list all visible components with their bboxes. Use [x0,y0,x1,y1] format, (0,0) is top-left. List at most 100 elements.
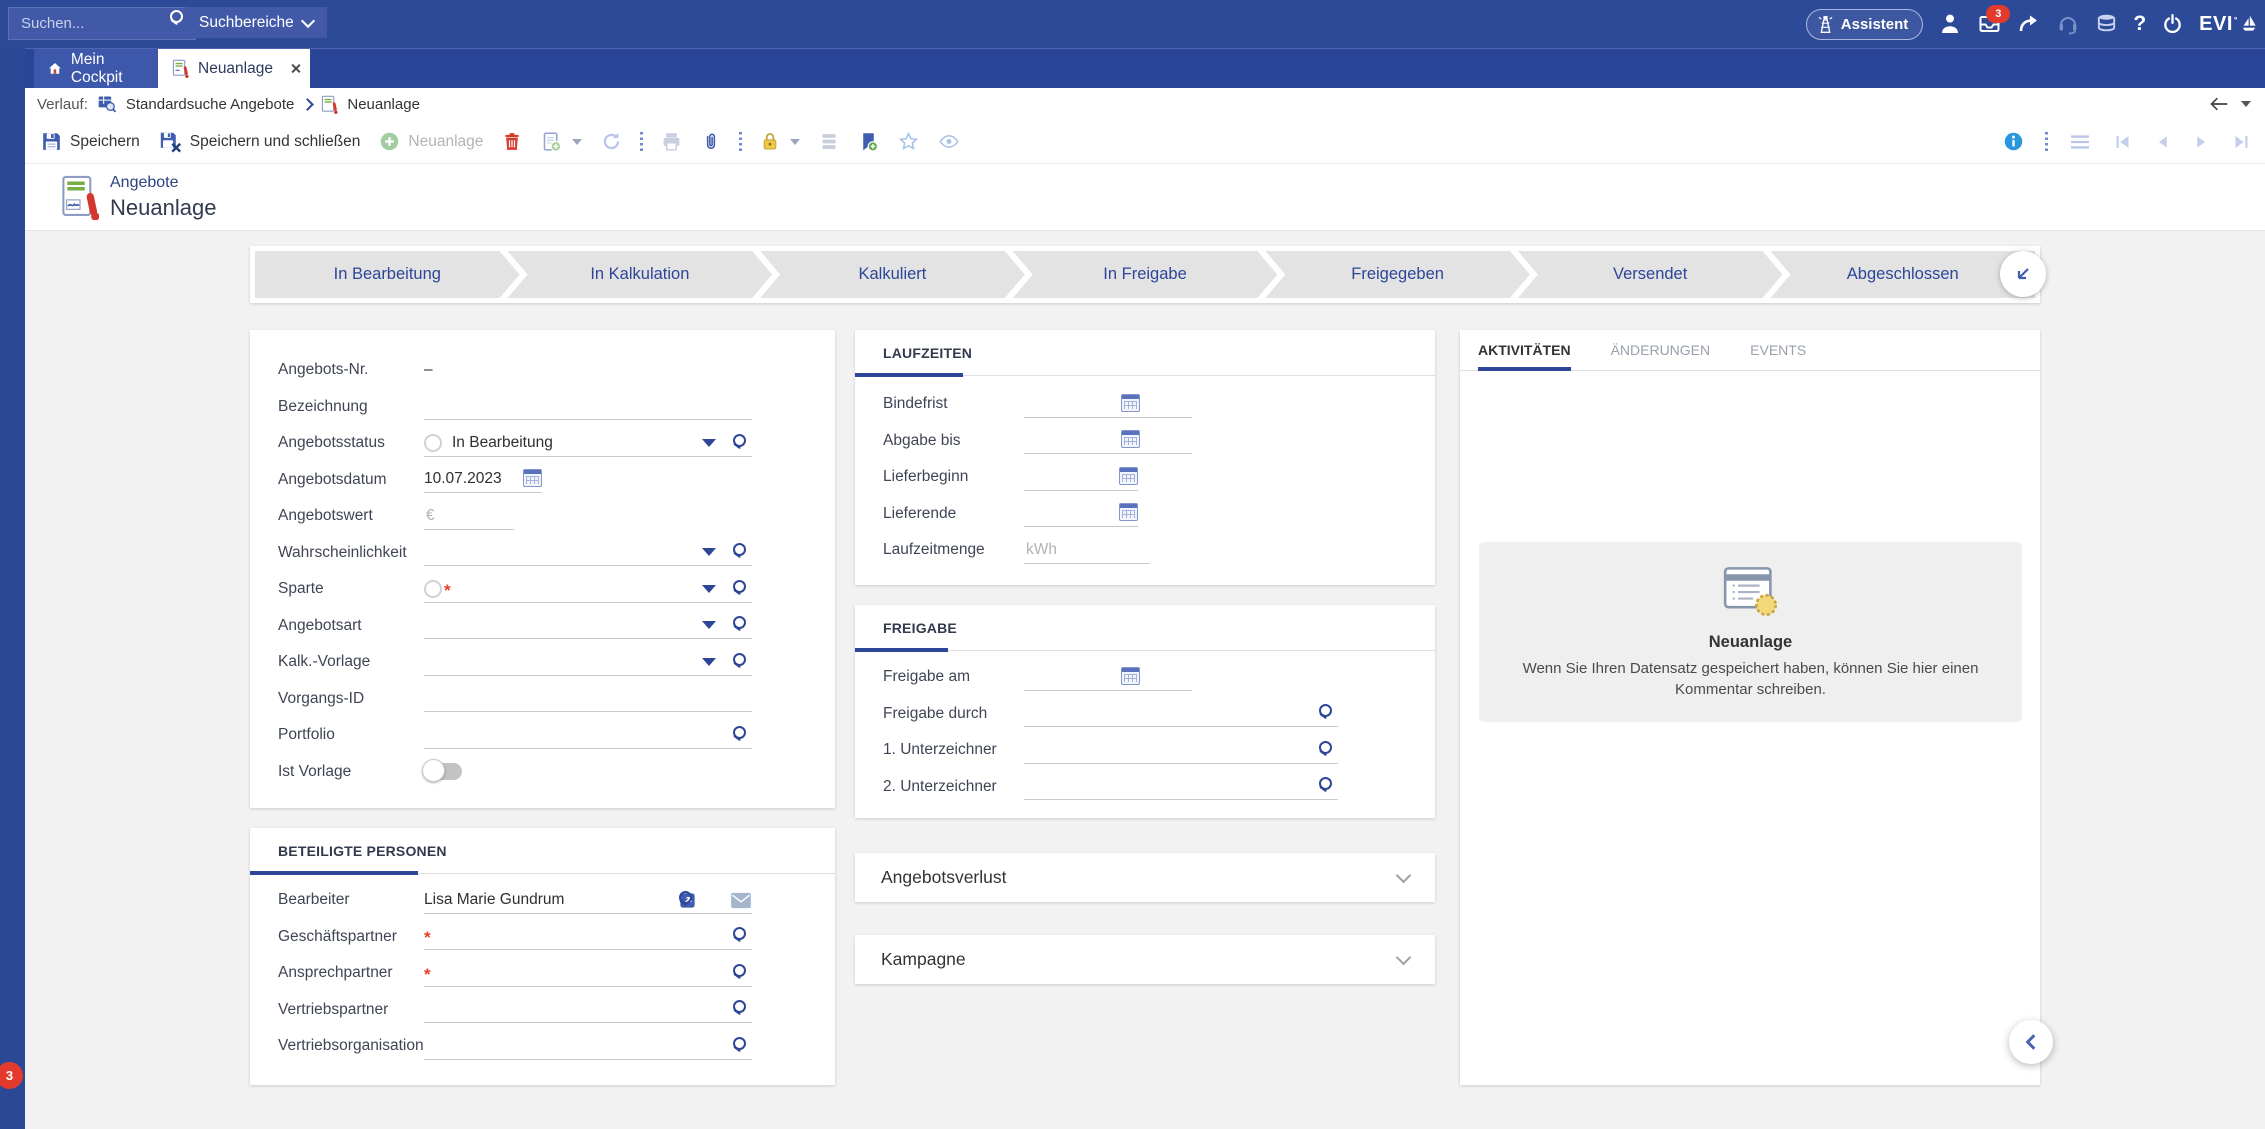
calendar-icon[interactable] [523,469,542,487]
attachment-button[interactable] [697,129,725,155]
accordion-kampagne[interactable]: Kampagne [855,935,1435,984]
geschaeftspartner-field[interactable]: * [424,923,752,950]
wahrscheinlichkeit-field[interactable] [424,539,752,566]
redo-button[interactable] [2017,12,2041,36]
calendar-icon[interactable] [1121,430,1140,448]
unterzeichner2-field[interactable] [1024,773,1338,800]
bearbeiter-field[interactable]: Lisa Marie Gundrum [424,887,752,914]
list-view-button[interactable] [2065,131,2095,153]
ansprechpartner-field[interactable]: * [424,960,752,987]
lookup-icon[interactable] [732,1000,749,1017]
lookup-icon[interactable] [1318,704,1335,721]
kalk-vorlage-field[interactable] [424,649,752,676]
calendar-icon[interactable] [1121,394,1140,412]
search-input[interactable] [19,14,172,33]
first-record-button[interactable] [2109,131,2136,153]
back-arrow-icon[interactable] [2209,96,2229,112]
support-button[interactable] [2056,12,2080,36]
process-step-in-kalkulation[interactable]: In Kalkulation [508,251,773,298]
angebotsstatus-field[interactable]: In Bearbeitung [424,430,752,457]
lookup-icon[interactable] [732,543,749,560]
email-icon[interactable] [730,892,752,909]
collapse-panel-button[interactable] [2009,1020,2053,1064]
angebotsdatum-field[interactable]: 10.07.2023 [424,466,542,493]
breadcrumb-item-neuanlage[interactable]: Neuanlage [347,96,420,113]
freigabe-durch-field[interactable] [1024,700,1338,727]
search-scope-button[interactable]: Suchbereiche [185,7,327,38]
freigabe-am-field[interactable] [1024,664,1192,691]
ist-vorlage-toggle[interactable] [424,763,462,780]
new-record-button[interactable]: Neuanlage [375,129,487,154]
accordion-angebotsverlust[interactable]: Angebotsverlust [855,853,1435,902]
tab-neuanlage[interactable]: Neuanlage [158,49,310,88]
print-button[interactable] [657,129,686,154]
process-step-in-bearbeitung[interactable]: In Bearbeitung [255,251,520,298]
lookup-icon[interactable] [732,1037,749,1054]
bezeichnung-input[interactable] [424,396,752,416]
next-record-button[interactable] [2189,131,2214,153]
vertriebsorganisation-field[interactable] [424,1033,752,1060]
angebotswert-field[interactable] [424,503,514,530]
lieferbeginn-field[interactable] [1024,464,1138,491]
bezeichnung-field[interactable] [424,393,752,420]
calendar-icon[interactable] [1119,503,1138,521]
history-dropdown-icon[interactable] [2241,101,2251,107]
portfolio-field[interactable] [424,722,752,749]
refresh-button[interactable] [597,129,626,154]
help-button[interactable]: ? [2133,12,2146,36]
angebotsart-field[interactable] [424,612,752,639]
unterzeichner1-field[interactable] [1024,737,1338,764]
vorgangs-id-field[interactable] [424,685,752,712]
close-tab-icon[interactable] [290,63,301,74]
lookup-icon[interactable] [732,580,749,597]
laufzeitmenge-field[interactable] [1024,537,1150,564]
archive-button[interactable] [815,129,843,154]
breadcrumb-item-standardsuche[interactable]: Standardsuche Angebote [126,96,294,113]
user-account-button[interactable] [1938,12,1962,36]
angebotswert-input[interactable] [424,506,514,526]
calendar-icon[interactable] [1119,467,1138,485]
sparte-field[interactable]: * [424,576,752,603]
watch-button[interactable] [934,129,964,154]
tab-aktivitaeten[interactable]: AKTIVITÄTEN [1478,330,1571,370]
dropdown-icon[interactable] [702,439,716,447]
lookup-icon[interactable] [705,892,722,909]
tab-events[interactable]: EVENTS [1750,330,1806,370]
left-dock[interactable]: 3 [0,48,25,1129]
bindefrist-field[interactable] [1024,391,1192,418]
bookmark-add-button[interactable] [854,129,883,155]
permissions-button[interactable] [756,129,804,154]
dropdown-icon[interactable] [702,548,716,556]
dropdown-icon[interactable] [702,585,716,593]
tab-mein-cockpit[interactable]: Mein Cockpit [34,49,158,88]
process-step-in-freigabe[interactable]: In Freigabe [1013,251,1278,298]
logout-button[interactable] [2161,12,2184,36]
abgabe-bis-field[interactable] [1024,427,1192,454]
process-step-freigegeben[interactable]: Freigegeben [1265,251,1530,298]
save-button[interactable]: Speichern [37,129,144,154]
assistant-button[interactable]: Assistent [1806,9,1924,40]
favorite-button[interactable] [894,129,923,154]
ribbon-expand-button[interactable] [2000,251,2046,297]
laufzeitmenge-input[interactable] [1024,540,1150,560]
lookup-icon[interactable] [732,927,749,944]
vorgangs-id-input[interactable] [424,688,752,708]
save-and-close-button[interactable]: Speichern und schließen [155,129,365,155]
copy-record-button[interactable] [537,129,586,155]
process-step-kalkuliert[interactable]: Kalkuliert [760,251,1025,298]
lookup-icon[interactable] [732,726,749,743]
lookup-icon[interactable] [732,964,749,981]
lieferende-field[interactable] [1024,500,1138,527]
calendar-icon[interactable] [1121,667,1140,685]
tab-aenderungen[interactable]: ÄNDERUNGEN [1611,330,1711,370]
last-record-button[interactable] [2228,131,2255,153]
database-button[interactable] [2095,12,2118,36]
global-search[interactable] [8,7,196,40]
inbox-button[interactable]: 3 [1977,12,2002,36]
search-icon[interactable] [169,10,186,27]
lookup-icon[interactable] [732,653,749,670]
lookup-icon[interactable] [732,616,749,633]
lookup-icon[interactable] [1318,741,1335,758]
delete-button[interactable] [498,129,526,154]
dropdown-icon[interactable] [702,658,716,666]
